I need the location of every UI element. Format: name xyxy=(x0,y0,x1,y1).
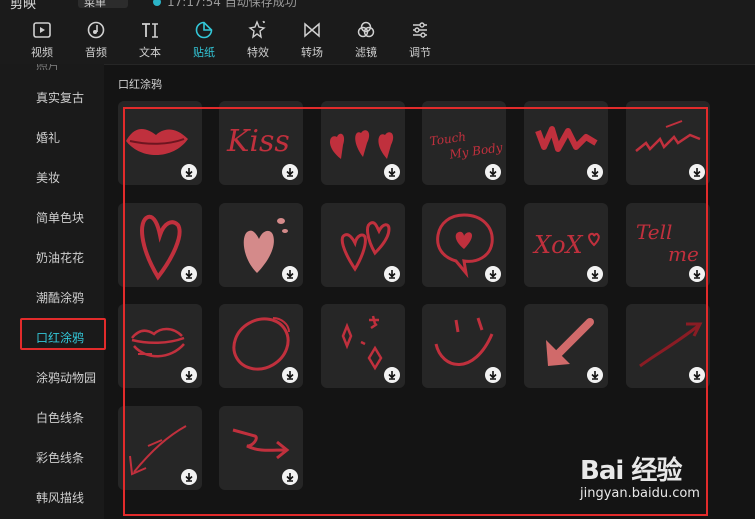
filter-icon xyxy=(357,21,375,38)
app-name: 剪映 xyxy=(10,0,37,12)
text-icon xyxy=(142,23,158,38)
baidu-watermark: Bai 经验 jingyan.baidu.com xyxy=(570,448,750,508)
tab-sticker[interactable]: 贴纸 xyxy=(178,20,230,60)
tab-adjust[interactable]: 调节 xyxy=(394,20,446,60)
tab-filter[interactable]: 滤镜 xyxy=(340,20,392,60)
tab-filter-label: 滤镜 xyxy=(355,46,377,59)
tab-adjust-label: 调节 xyxy=(409,46,431,59)
tab-effects[interactable]: 特效 xyxy=(232,20,284,60)
audio-icon xyxy=(87,21,105,39)
adjust-icon xyxy=(413,22,427,38)
tab-transition[interactable]: 转场 xyxy=(286,20,338,60)
sidebar-item-cream-flower[interactable]: 奶油花花 xyxy=(0,244,104,272)
sticker-category-sidebar: 照片 真实复古 婚礼 美妆 简单色块 奶油花花 潮酷涂鸦 口红涂鸦 涂鸦动物园 … xyxy=(0,64,104,519)
autosave-status: 17:17:54 自动保存成功 xyxy=(153,0,297,10)
title-bar: 剪映 菜单 17:17:54 自动保存成功 xyxy=(0,0,755,12)
sidebar-item-korean-lines[interactable]: 韩风描线 xyxy=(0,484,104,512)
tab-audio[interactable]: 音频 xyxy=(70,20,122,60)
tab-transition-label: 转场 xyxy=(301,46,323,59)
sidebar-item-cool-graffiti[interactable]: 潮酷涂鸦 xyxy=(0,284,104,312)
tab-text-label: 文本 xyxy=(139,46,161,59)
sticker-icon xyxy=(195,21,213,39)
tab-effects-label: 特效 xyxy=(247,46,269,59)
sidebar-item-color-lines[interactable]: 彩色线条 xyxy=(0,444,104,472)
sidebar-item-makeup[interactable]: 美妆 xyxy=(0,164,104,192)
sidebar-item-retro[interactable]: 真实复古 xyxy=(0,84,104,112)
video-icon xyxy=(33,22,51,38)
autosave-text: 17:17:54 自动保存成功 xyxy=(167,0,297,9)
tab-sticker-label: 贴纸 xyxy=(193,46,215,59)
sidebar-item-cut[interactable]: 照片 xyxy=(36,64,60,70)
effects-icon xyxy=(248,20,266,39)
watermark-logo: Bai 经验 xyxy=(580,456,682,486)
transition-icon xyxy=(304,22,320,38)
tab-video-label: 视频 xyxy=(31,46,53,59)
watermark-url: jingyan.baidu.com xyxy=(580,486,700,501)
menu-dropdown[interactable]: 菜单 xyxy=(78,0,128,9)
active-category-highlight xyxy=(20,318,106,350)
sidebar-item-white-lines[interactable]: 白色线条 xyxy=(0,404,104,432)
tab-video[interactable]: 视频 xyxy=(16,20,68,60)
tab-text[interactable]: 文本 xyxy=(124,20,176,60)
main-toolbar: 视频 音频 文本 贴纸 特效 转场 滤镜 调节 xyxy=(0,12,755,65)
tab-audio-label: 音频 xyxy=(85,46,107,59)
sidebar-item-color-block[interactable]: 简单色块 xyxy=(0,204,104,232)
section-title: 口红涂鸦 xyxy=(118,78,162,91)
sidebar-item-wedding[interactable]: 婚礼 xyxy=(0,124,104,152)
status-dot-icon xyxy=(153,0,161,6)
sidebar-item-graffiti-zoo[interactable]: 涂鸦动物园 xyxy=(0,364,104,392)
